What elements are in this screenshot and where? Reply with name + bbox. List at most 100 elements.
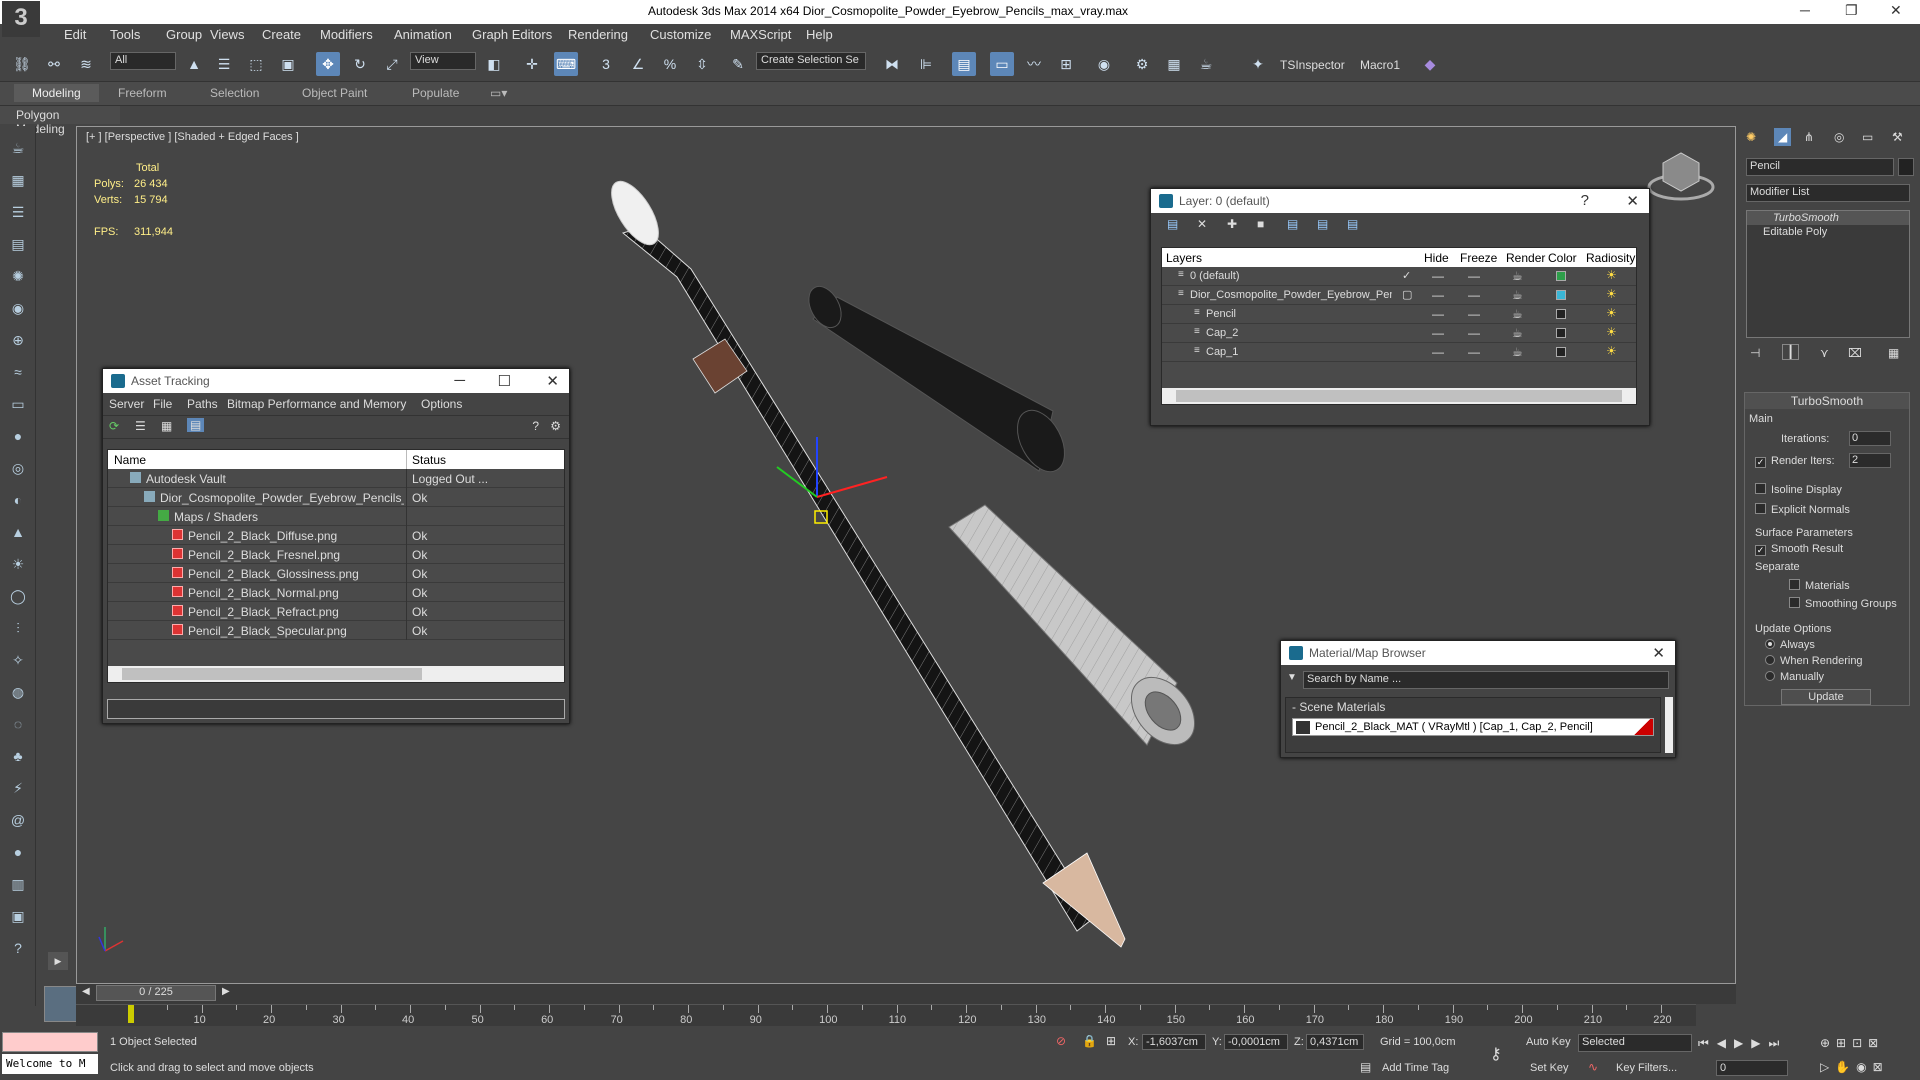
object-name-input[interactable]: Pencil	[1746, 158, 1894, 176]
show-end-result-icon[interactable]: ┃	[1782, 344, 1800, 360]
delete-layer-icon[interactable]: ✕	[1197, 217, 1207, 231]
material-vscrollbar[interactable]	[1665, 697, 1673, 753]
layer-color-swatch[interactable]	[1556, 347, 1566, 357]
rect-selection-icon[interactable]: ⬚	[244, 52, 268, 76]
spacewarp-icon[interactable]: ≈	[6, 360, 30, 384]
material-browser-titlebar[interactable]: Material/Map Browser ✕	[1281, 641, 1675, 665]
col-radiosity[interactable]: Radiosity	[1586, 251, 1635, 265]
selection-filter-dropdown[interactable]: All	[110, 52, 176, 70]
freeze-toggle-icon[interactable]: —	[1468, 288, 1480, 302]
help-icon[interactable]: ?	[6, 936, 30, 960]
time-slider[interactable]: ◀ 0 / 225 ▶	[76, 984, 1736, 1004]
angle-snap-icon[interactable]: ∠	[626, 52, 650, 76]
auto-key-button[interactable]: Auto Key	[1526, 1036, 1571, 1048]
minimize-button[interactable]: ─	[1800, 2, 1810, 18]
expand-arrow-icon[interactable]: ▶	[48, 952, 68, 970]
hide-toggle-icon[interactable]: —	[1432, 326, 1444, 340]
script-icon[interactable]: ☰	[6, 200, 30, 224]
layer-color-swatch[interactable]	[1556, 309, 1566, 319]
render-teapot-icon[interactable]: ☕	[1512, 326, 1523, 340]
tab-object-paint[interactable]: Object Paint	[302, 86, 367, 100]
radiosity-icon[interactable]: ☀	[1606, 268, 1617, 282]
minimax-toggle-icon[interactable]	[44, 986, 80, 1022]
pin-stack-icon[interactable]: ⊣	[1750, 346, 1760, 360]
layer-row[interactable]: ≡ Cap_1 — — ☕ ☀	[1162, 343, 1636, 362]
set-key-button[interactable]: Set Key	[1530, 1062, 1569, 1074]
layer-color-swatch[interactable]	[1556, 290, 1566, 300]
radiosity-icon[interactable]: ☀	[1606, 325, 1617, 339]
asset-tracking-window[interactable]: Asset Tracking ─ ☐ ✕ Server File Paths Bitm…	[102, 368, 570, 724]
iterations-spinner[interactable]: 0	[1849, 431, 1891, 446]
tab-freeform[interactable]: Freeform	[118, 86, 167, 100]
asset-row[interactable]: Pencil_2_Black_Fresnel.png Ok	[108, 545, 564, 564]
ribbon-icon[interactable]: ⫶	[6, 616, 30, 640]
black-cap-model[interactable]	[802, 281, 1074, 480]
z-coord-field[interactable]: 0,4371cm	[1306, 1034, 1364, 1050]
asset-menu-file[interactable]: File	[153, 397, 172, 411]
ribbon-options-icon[interactable]: ▭▾	[490, 86, 507, 100]
align-icon[interactable]: ⊫	[914, 52, 938, 76]
asset-menu-server[interactable]: Server	[109, 397, 144, 411]
col-color[interactable]: Color	[1548, 251, 1577, 265]
menu-help[interactable]: Help	[806, 27, 833, 42]
table-view-icon[interactable]: ▦	[161, 419, 172, 433]
lock-selection-icon[interactable]: 🔒	[1082, 1034, 1097, 1048]
percent-snap-icon[interactable]: %	[658, 52, 682, 76]
col-hide[interactable]: Hide	[1424, 251, 1449, 265]
material-browser-window[interactable]: Material/Map Browser ✕ ▼ Search by Name …	[1280, 640, 1676, 758]
radiosity-icon[interactable]: ☀	[1606, 344, 1617, 358]
render-frame-icon[interactable]: ▦	[6, 168, 30, 192]
remove-modifier-icon[interactable]: ⌧	[1848, 346, 1862, 360]
key-mode-dropdown[interactable]: Selected	[1578, 1034, 1692, 1052]
y-coord-field[interactable]: -0,0001cm	[1224, 1034, 1288, 1050]
snaps-toggle-icon[interactable]: 3	[594, 52, 618, 76]
curve-editor-icon[interactable]: 〰	[1022, 52, 1046, 76]
current-frame-marker[interactable]	[128, 1005, 134, 1023]
layer-color-swatch[interactable]	[1556, 328, 1566, 338]
col-render[interactable]: Render	[1506, 251, 1545, 265]
render-teapot-icon[interactable]: ☕	[1512, 345, 1523, 359]
asset-menu-bitmap-performance-and-memory[interactable]: Bitmap Performance and Memory	[227, 397, 406, 411]
prev-frame-icon[interactable]: ◀	[82, 986, 90, 997]
configure-sets-icon[interactable]: ▦	[1888, 346, 1899, 360]
stack-editable-poly[interactable]: Editable Poly	[1747, 225, 1909, 239]
highlight-layer-icon[interactable]: ▤	[1287, 217, 1298, 231]
layer-help-button[interactable]: ?	[1581, 192, 1589, 209]
layer-hscrollbar[interactable]	[1162, 388, 1636, 404]
col-freeze[interactable]: Freeze	[1460, 251, 1497, 265]
new-layer-icon[interactable]: ▤	[1167, 217, 1178, 231]
modifier-list-dropdown[interactable]: Modifier List	[1746, 184, 1910, 202]
smooth-result-checkbox[interactable]: ✓ Smooth Result	[1755, 543, 1843, 556]
settings-icon[interactable]: ⚙	[550, 419, 561, 433]
radiosity-icon[interactable]: ☀	[1606, 306, 1617, 320]
current-frame-field[interactable]: 0	[1716, 1060, 1788, 1076]
minimize-icon[interactable]: ─	[454, 372, 465, 389]
shell-icon[interactable]: ◐	[6, 488, 30, 512]
render-teapot-icon[interactable]: ☕	[1512, 269, 1523, 283]
torus-icon[interactable]: ◎	[6, 456, 30, 480]
asset-menu-options[interactable]: Options	[421, 397, 462, 411]
spinner-snap-icon[interactable]: ⇳	[690, 52, 714, 76]
plant-icon[interactable]: ♣	[6, 744, 30, 768]
freeze-toggle-icon[interactable]: —	[1468, 307, 1480, 321]
material-search-input[interactable]: Search by Name ...	[1303, 671, 1669, 689]
layer-manager-window[interactable]: Layer: 0 (default) ? ✕ ▤ ✕ ✚ ■ ▤ ▤ ▤ Lay…	[1150, 188, 1650, 426]
plane-icon[interactable]: ▭	[6, 392, 30, 416]
next-frame-icon[interactable]: ▶	[222, 986, 230, 997]
material-editor-icon[interactable]: ◉	[1092, 52, 1116, 76]
viewcube-icon[interactable]	[1647, 152, 1715, 201]
track-bar-ruler[interactable]: 10 20 30 40 50 60 70 80 90 100 110 120 130 140 150 160 1…	[76, 1004, 1696, 1026]
key-filters-button[interactable]: Key Filters...	[1616, 1062, 1677, 1074]
stack-turbosmooth[interactable]: TurboSmooth	[1747, 211, 1909, 225]
stack-icon[interactable]: ▥	[6, 872, 30, 896]
update-button[interactable]: Update	[1781, 689, 1871, 705]
modify-tab-icon[interactable]: ◢	[1774, 128, 1792, 146]
time-slider-thumb[interactable]: 0 / 225	[96, 985, 216, 1001]
menu-rendering[interactable]: Rendering	[568, 27, 628, 42]
layers-icon[interactable]: ▤	[6, 232, 30, 256]
asset-row[interactable]: Pencil_2_Black_Normal.png Ok	[108, 583, 564, 602]
close-icon[interactable]: ✕	[546, 372, 559, 390]
white-cap-model[interactable]	[948, 504, 1207, 757]
object-color-swatch[interactable]	[1898, 158, 1914, 176]
render-teapot-icon[interactable]: ☕	[1512, 307, 1523, 321]
